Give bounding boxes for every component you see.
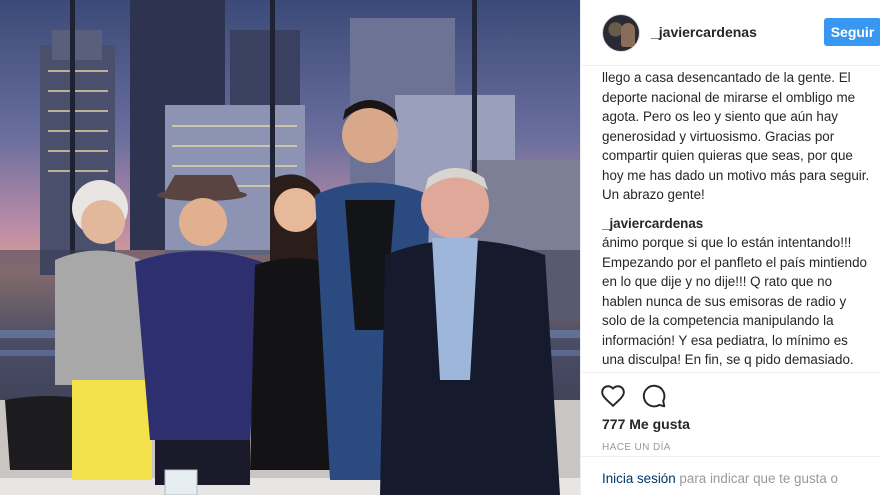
tv-studio-group-photo [0,0,580,495]
post-photo [0,0,580,495]
post-timestamp[interactable]: HACE UN DÍA [602,442,671,453]
avatar[interactable] [602,14,640,52]
post-header: _javiercardenas Seguir [581,0,880,66]
username-link[interactable]: _javiercardenas [651,24,757,40]
comments-list[interactable]: llego a casa desencantado de la gente. E… [602,60,872,372]
comment-username[interactable]: _javiercardenas [602,214,872,234]
login-prompt: Inicia sesión para indicar que te gusta … [581,456,880,489]
cut-off-caption-line [602,60,872,68]
post-sidebar: _javiercardenas Seguir llego a casa dese… [580,0,880,495]
caption-text: llego a casa desencantado de la gente. E… [602,70,870,202]
heart-icon[interactable] [600,383,626,409]
comment-item: _javiercardenas ánimo porque si que lo e… [602,214,872,373]
follow-button[interactable]: Seguir [824,18,880,46]
login-link[interactable]: Inicia sesión [602,471,676,486]
comment-icon[interactable] [641,383,667,409]
likes-count[interactable]: 777 Me gusta [602,416,690,432]
comment-text: ánimo porque si que lo están intentando!… [602,235,868,367]
post-actions: 777 Me gusta HACE UN DÍA [581,372,880,462]
login-prompt-text: para indicar que te gusta o [675,471,838,486]
